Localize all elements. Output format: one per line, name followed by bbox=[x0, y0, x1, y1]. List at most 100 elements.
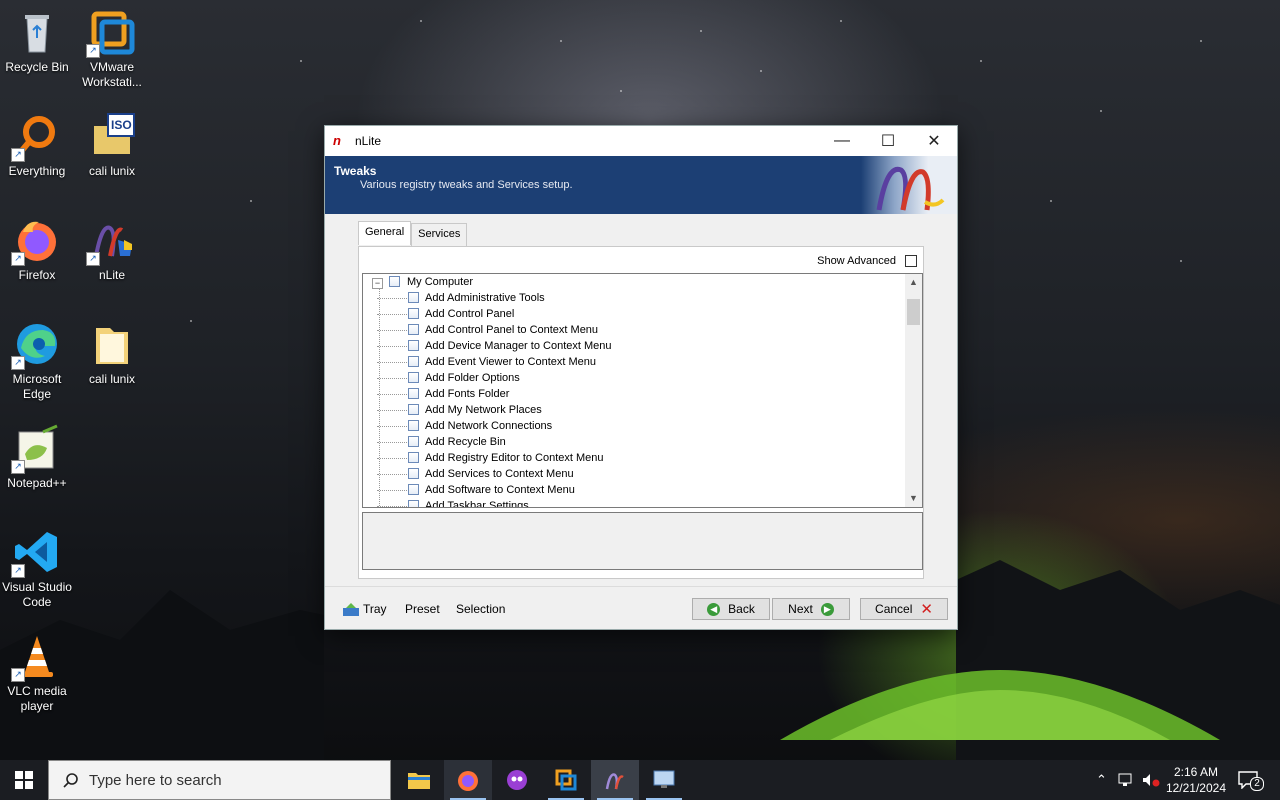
tree-connector bbox=[377, 506, 407, 507]
tree-item[interactable]: Add Control Panel bbox=[363, 306, 922, 322]
firefox-icon bbox=[458, 771, 478, 791]
tree-item-label: Add Fonts Folder bbox=[425, 388, 510, 400]
tree-item[interactable]: Add Registry Editor to Context Menu bbox=[363, 450, 922, 466]
tree-item-label: Add My Network Places bbox=[425, 404, 542, 416]
tree-checkbox[interactable] bbox=[408, 452, 419, 463]
tree-item[interactable]: Add Device Manager to Context Menu bbox=[363, 338, 922, 354]
desktop-icon-label: nLite bbox=[98, 268, 126, 282]
tree-connector bbox=[377, 474, 407, 475]
close-button[interactable]: ✕ bbox=[911, 126, 957, 156]
tree-checkbox[interactable] bbox=[408, 356, 419, 367]
maximize-button[interactable]: ☐ bbox=[865, 126, 911, 156]
desktop-icon-everything[interactable]: ↗ Everything bbox=[1, 112, 73, 179]
show-advanced-row[interactable]: Show Advanced bbox=[817, 255, 917, 267]
tree-scrollbar[interactable]: ▲ ▼ bbox=[905, 274, 922, 507]
monitor-icon bbox=[653, 770, 675, 788]
tree-checkbox[interactable] bbox=[408, 292, 419, 303]
tree-item-label: Add Taskbar Settings bbox=[425, 500, 529, 508]
desktop-icon-vlc[interactable]: ↗ VLC media player bbox=[1, 632, 73, 714]
tree-checkbox[interactable] bbox=[408, 404, 419, 415]
tree-item[interactable]: Add Recycle Bin bbox=[363, 434, 922, 450]
next-button[interactable]: Next ▶ bbox=[772, 598, 850, 620]
system-clock[interactable]: 2:16 AM 12/21/2024 bbox=[1166, 764, 1226, 796]
taskbar-app-media[interactable] bbox=[493, 760, 541, 800]
tree-connector bbox=[377, 458, 407, 459]
show-advanced-checkbox[interactable] bbox=[905, 255, 917, 267]
taskbar-search[interactable]: Type here to search bbox=[48, 760, 391, 800]
tab-general[interactable]: General bbox=[358, 221, 412, 245]
scroll-thumb[interactable] bbox=[907, 299, 920, 325]
taskbar-app-vmware[interactable] bbox=[542, 760, 590, 800]
tree-item[interactable]: Add Event Viewer to Context Menu bbox=[363, 354, 922, 370]
taskbar-app-remote[interactable] bbox=[640, 760, 688, 800]
desktop-icon-nlite[interactable]: ↗ nLite bbox=[76, 216, 148, 283]
tree-item[interactable]: Add My Network Places bbox=[363, 402, 922, 418]
tree-checkbox[interactable] bbox=[408, 436, 419, 447]
desktop-icon-label: Visual Studio Code bbox=[2, 580, 72, 609]
tree-item[interactable]: Add Software to Context Menu bbox=[363, 482, 922, 498]
network-status[interactable] bbox=[1118, 760, 1134, 800]
preset-button[interactable]: Preset bbox=[405, 602, 440, 616]
tree-checkbox[interactable] bbox=[408, 468, 419, 479]
back-button[interactable]: ◀ Back bbox=[692, 598, 770, 620]
scroll-down-icon[interactable]: ▼ bbox=[905, 490, 922, 507]
tree-item[interactable]: Add Taskbar Settings bbox=[363, 498, 922, 508]
tree-checkbox[interactable] bbox=[408, 484, 419, 495]
tree-item[interactable]: Add Fonts Folder bbox=[363, 386, 922, 402]
desktop-icon-vmware[interactable]: ↗ VMware Workstati... bbox=[76, 8, 148, 90]
tree-checkbox[interactable] bbox=[408, 340, 419, 351]
tree-root-my-computer[interactable]: My Computer bbox=[363, 274, 922, 290]
cancel-button[interactable]: Cancel ✕ bbox=[860, 598, 948, 620]
nlite-icon bbox=[605, 773, 624, 790]
tree-checkbox[interactable] bbox=[389, 276, 400, 287]
desktop-icon-vscode[interactable]: ↗ Visual Studio Code bbox=[1, 528, 73, 610]
tweaks-tree[interactable]: − My Computer Add Administrative Tools A… bbox=[362, 273, 923, 508]
preset-label: Preset bbox=[405, 602, 440, 616]
tree-checkbox[interactable] bbox=[408, 308, 419, 319]
desktop-icon-recycle-bin[interactable]: Recycle Bin bbox=[1, 8, 73, 75]
desktop-icon-edge[interactable]: ↗ Microsoft Edge bbox=[1, 320, 73, 402]
tree-item[interactable]: Add Folder Options bbox=[363, 370, 922, 386]
shortcut-arrow-icon: ↗ bbox=[11, 252, 25, 266]
tree-checkbox[interactable] bbox=[408, 500, 419, 507]
search-placeholder: Type here to search bbox=[89, 771, 222, 789]
desktop-icon-firefox[interactable]: ↗ Firefox bbox=[1, 216, 73, 283]
vscode-icon: ↗ bbox=[11, 528, 61, 578]
tree-item[interactable]: Add Network Connections bbox=[363, 418, 922, 434]
taskbar-app-firefox[interactable] bbox=[444, 760, 492, 800]
tree-item[interactable]: Add Control Panel to Context Menu bbox=[363, 322, 922, 338]
taskbar-app-nlite[interactable] bbox=[591, 760, 639, 800]
tree-checkbox[interactable] bbox=[408, 324, 419, 335]
selection-button[interactable]: Selection bbox=[456, 602, 505, 616]
firefox-icon: ↗ bbox=[11, 216, 61, 266]
recycle-bin-icon bbox=[13, 8, 61, 56]
tree-item-label: Add Services to Context Menu bbox=[425, 468, 574, 480]
tree-item[interactable]: Add Administrative Tools bbox=[363, 290, 922, 306]
volume-status[interactable] bbox=[1142, 760, 1160, 800]
tree-connector bbox=[377, 410, 407, 411]
edge-icon: ↗ bbox=[11, 320, 61, 370]
tree-checkbox[interactable] bbox=[408, 420, 419, 431]
title-bar[interactable]: n nLite — ☐ ✕ bbox=[325, 126, 957, 156]
desktop-icon-notepadpp[interactable]: ↗ Notepad++ bbox=[1, 424, 73, 491]
tree-connector bbox=[377, 346, 407, 347]
start-button[interactable] bbox=[0, 760, 48, 800]
tree-item[interactable]: Add Services to Context Menu bbox=[363, 466, 922, 482]
show-hidden-icons-button[interactable]: ⌃ bbox=[1096, 760, 1107, 800]
tab-services[interactable]: Services bbox=[411, 223, 468, 247]
nlite-icon: ↗ bbox=[86, 216, 136, 266]
taskbar-app-file-explorer[interactable] bbox=[395, 760, 443, 800]
scroll-up-icon[interactable]: ▲ bbox=[905, 274, 922, 291]
notification-count-badge: 2 bbox=[1250, 777, 1264, 791]
notification-center-button[interactable]: 2 bbox=[1238, 760, 1264, 800]
minimize-button[interactable]: — bbox=[819, 126, 865, 156]
tray-icon bbox=[343, 603, 359, 616]
tree-checkbox[interactable] bbox=[408, 388, 419, 399]
desktop-icon-cali-lunix-iso[interactable]: ISO cali lunix bbox=[76, 112, 148, 179]
desktop-icon-cali-lunix-folder[interactable]: cali lunix bbox=[76, 320, 148, 387]
tree-connector bbox=[377, 362, 407, 363]
nlite-logo bbox=[861, 156, 957, 214]
tray-button[interactable]: Tray bbox=[343, 602, 387, 616]
vlc-cone-icon: ↗ bbox=[11, 632, 61, 682]
tree-checkbox[interactable] bbox=[408, 372, 419, 383]
